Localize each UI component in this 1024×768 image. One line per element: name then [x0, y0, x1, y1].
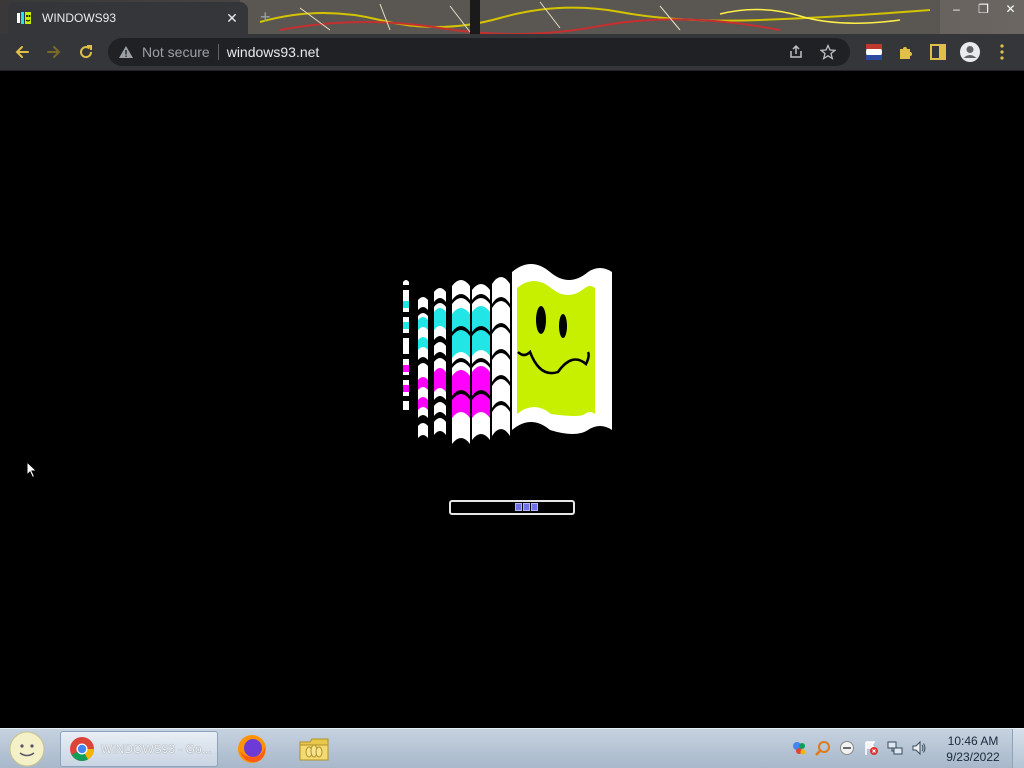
- kebab-menu-icon: [1000, 44, 1004, 60]
- page-content: [0, 72, 1024, 728]
- address-bar[interactable]: Not secure windows93.net: [108, 38, 850, 66]
- tab-title: WINDOWS93: [42, 11, 117, 25]
- logo-strip-6: [492, 277, 510, 436]
- loading-block: [531, 503, 538, 511]
- extensions-button[interactable]: [890, 38, 922, 66]
- screen: WINDOWS93 ✕ + – ❐ ✕ Not secure windows93…: [0, 0, 1024, 768]
- network-icon: [887, 741, 903, 755]
- logo-strip-2: [418, 297, 428, 438]
- mouse-cursor-icon: [26, 461, 38, 479]
- reload-button[interactable]: [70, 36, 102, 68]
- menu-button[interactable]: [986, 38, 1018, 66]
- logo-strip-4: [452, 280, 470, 444]
- logo-strip-5: [472, 284, 490, 440]
- firefox-icon: [238, 735, 266, 763]
- chrome-icon: [70, 737, 94, 762]
- arrow-right-icon: [47, 46, 61, 58]
- profile-icon: [960, 42, 980, 62]
- clock-date: 9/23/2022: [946, 750, 1000, 764]
- folder-icon: [299, 738, 329, 761]
- start-button[interactable]: [4, 730, 50, 768]
- background-art: [240, 0, 940, 34]
- security-label[interactable]: Not secure: [142, 44, 210, 60]
- share-button[interactable]: [784, 40, 808, 64]
- smiley-start-icon: [9, 731, 45, 767]
- tray-volume[interactable]: [910, 739, 928, 757]
- back-button[interactable]: [6, 36, 38, 68]
- browser-toolbar: Not secure windows93.net: [0, 34, 1024, 71]
- colorful-app-icon: [793, 742, 806, 755]
- loading-block: [515, 503, 522, 511]
- tray-remove[interactable]: [838, 739, 856, 757]
- flag-extension-icon: [866, 44, 882, 60]
- warning-icon[interactable]: [118, 44, 134, 60]
- show-desktop-button[interactable]: [1012, 729, 1024, 768]
- loading-progress-bar: [449, 500, 575, 515]
- taskbar-firefox[interactable]: [228, 731, 276, 767]
- close-button[interactable]: ✕: [997, 0, 1024, 18]
- windows93-logo: [403, 264, 612, 444]
- logo-smiley-panel: [512, 264, 612, 434]
- tray-network-app[interactable]: [790, 739, 808, 757]
- tray-action-center[interactable]: [862, 739, 880, 757]
- profile-button[interactable]: [954, 38, 986, 66]
- url-text[interactable]: windows93.net: [227, 44, 776, 60]
- flag-error-icon: [865, 741, 878, 755]
- share-icon: [790, 44, 802, 58]
- tray-search[interactable]: [814, 739, 832, 757]
- sidepanel-button[interactable]: [922, 38, 954, 66]
- clock-time: 10:46 AM: [947, 734, 999, 748]
- logo-strip-1: [403, 280, 409, 440]
- loading-progress-blocks: [515, 503, 538, 511]
- system-clock[interactable]: 10:46 AM 9/23/2022: [940, 733, 1006, 765]
- search-icon: [815, 741, 830, 756]
- minus-circle-icon: [840, 741, 854, 755]
- tab-strip: WINDOWS93 ✕ + – ❐ ✕: [0, 0, 1024, 34]
- windows93-favicon-icon: [17, 12, 31, 24]
- bookmark-button[interactable]: [816, 40, 840, 64]
- logo-strip-3: [434, 288, 446, 435]
- forward-button[interactable]: [38, 36, 70, 68]
- toolbar-actions: [858, 38, 1018, 66]
- sidepanel-icon: [930, 44, 946, 60]
- tab-close-icon[interactable]: ✕: [224, 10, 240, 27]
- restore-button[interactable]: ❐: [970, 0, 997, 18]
- taskbar-chrome-label: WINDOWS93 - Go...: [101, 742, 212, 756]
- tray-network[interactable]: [886, 739, 904, 757]
- arrow-left-icon: [15, 46, 29, 58]
- extension-flag-button[interactable]: [858, 38, 890, 66]
- speaker-icon: [912, 740, 926, 756]
- loading-block: [523, 503, 530, 511]
- taskbar-chrome-window[interactable]: WINDOWS93 - Go...: [60, 731, 218, 767]
- window-controls: – ❐ ✕: [943, 0, 1024, 18]
- system-tray: [790, 739, 928, 757]
- omnibox-separator: [217, 44, 219, 60]
- new-tab-button[interactable]: +: [260, 8, 271, 26]
- tab-windows93[interactable]: WINDOWS93 ✕: [8, 2, 248, 34]
- reload-icon: [80, 45, 93, 59]
- star-icon: [820, 44, 836, 60]
- minimize-button[interactable]: –: [943, 0, 970, 18]
- taskbar: WINDOWS93 - Go... 10:46 AM 9/23/2022: [0, 728, 1024, 768]
- taskbar-file-explorer[interactable]: [290, 731, 338, 767]
- puzzle-icon: [900, 47, 912, 59]
